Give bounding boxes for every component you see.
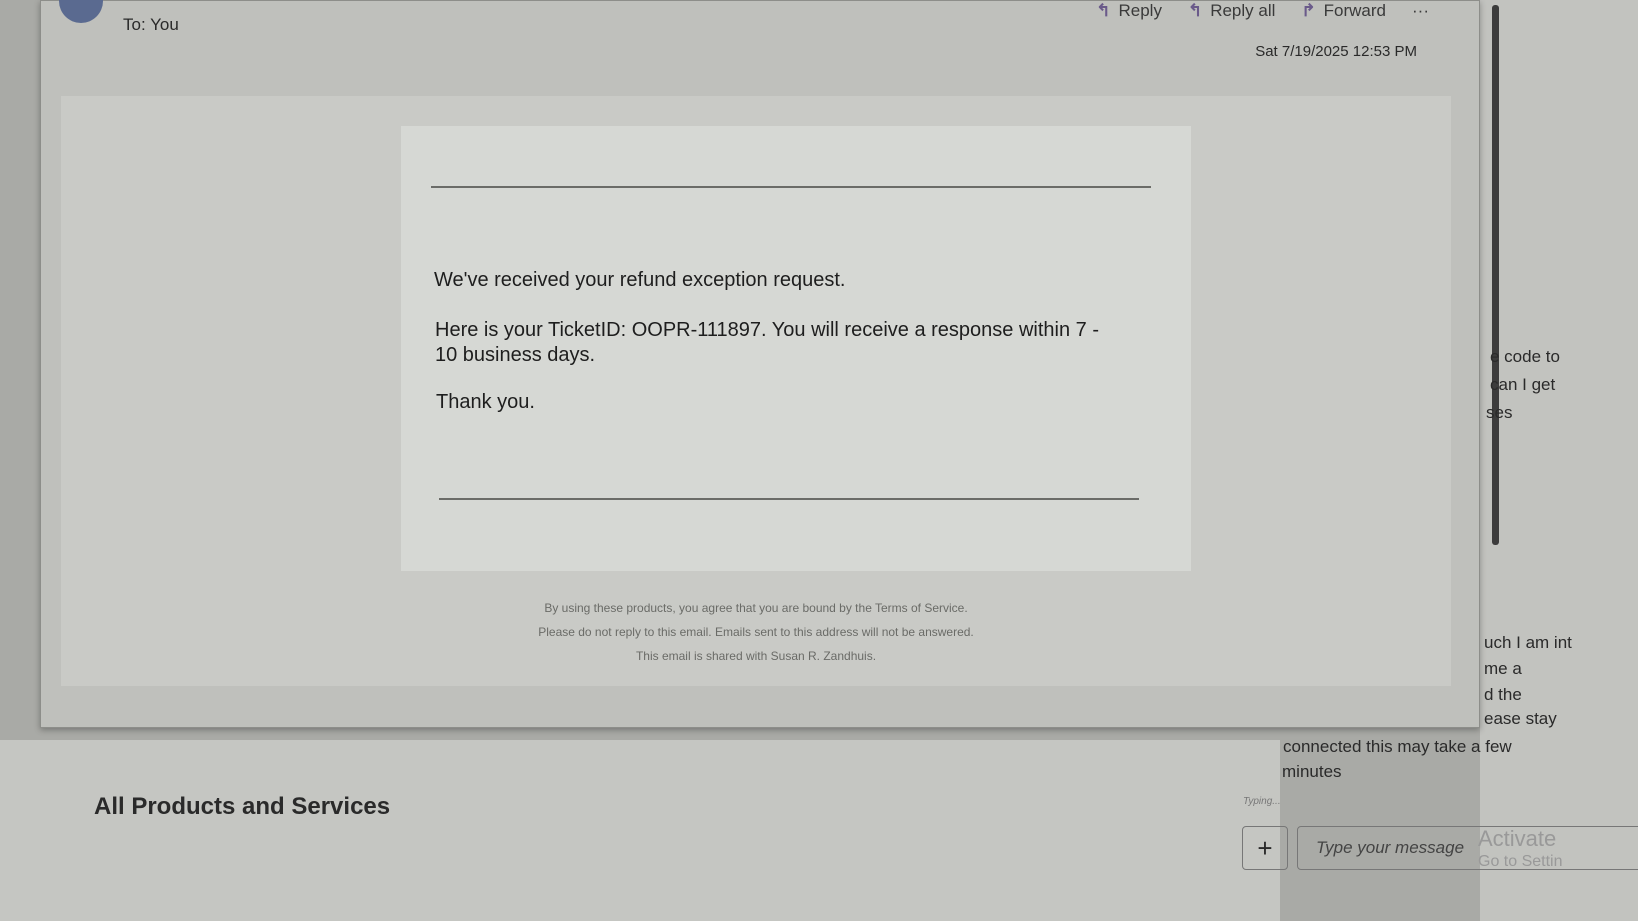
- reply-button[interactable]: ↰ Reply: [1096, 1, 1162, 21]
- reply-all-button[interactable]: ↰ Reply all: [1188, 1, 1275, 21]
- attach-button[interactable]: +: [1242, 826, 1288, 870]
- message-input[interactable]: Type your message: [1297, 826, 1638, 870]
- forward-icon: ↱: [1301, 1, 1316, 20]
- reply-label: Reply: [1118, 1, 1162, 20]
- chat-message: minutes: [1282, 762, 1342, 781]
- body-line: Here is your TicketID: OOPR-111897. You …: [435, 319, 1100, 341]
- sender-avatar: [59, 0, 103, 23]
- recipient-line: To: You: [123, 15, 179, 35]
- chat-fragment: me a: [1484, 659, 1522, 678]
- forward-button[interactable]: ↱ Forward: [1301, 1, 1386, 21]
- chat-panel-bg: [1480, 0, 1638, 921]
- chat-fragment: e code to: [1490, 347, 1560, 366]
- footer-line: Please do not reply to this email. Email…: [538, 625, 974, 639]
- reply-icon: ↰: [1096, 1, 1111, 20]
- to-label: To:: [123, 15, 146, 34]
- chat-fragment: ses: [1486, 403, 1513, 422]
- chat-fragment: uch I am int: [1484, 633, 1572, 652]
- more-button[interactable]: ···: [1412, 1, 1429, 21]
- email-reading-pane: To: You ↰ Reply ↰ Reply all ↱ Forward ··· S…: [40, 0, 1480, 728]
- chat-message: connected this may take a few: [1283, 737, 1512, 756]
- typing-indicator: Typing...: [1243, 796, 1281, 807]
- activation-watermark-sub: Go to Settin: [1478, 853, 1563, 870]
- chat-fragment: d the: [1484, 685, 1522, 704]
- message-card: We've received your refund exception req…: [401, 126, 1191, 571]
- body-line: We've received your refund exception req…: [434, 269, 846, 291]
- reply-all-icon: ↰: [1187, 1, 1203, 20]
- body-line: 10 business days.: [435, 344, 596, 366]
- email-date: Sat 7/19/2025 12:53 PM: [1255, 43, 1417, 60]
- reply-all-label: Reply all: [1210, 1, 1276, 20]
- footer-line: By using these products, you agree that …: [544, 601, 968, 615]
- email-actions: ↰ Reply ↰ Reply all ↱ Forward ···: [1096, 1, 1429, 21]
- forward-label: Forward: [1323, 1, 1387, 20]
- page-bottom: [0, 740, 1280, 921]
- footer-line: This email is shared with Susan R. Zandh…: [635, 649, 877, 663]
- scrollbar[interactable]: [1492, 5, 1499, 545]
- chat-fragment: ease stay: [1484, 709, 1557, 728]
- body-line: Thank you.: [436, 391, 535, 413]
- activation-watermark: Activate: [1478, 826, 1557, 851]
- divider: [431, 186, 1151, 188]
- chat-fragment: can I get: [1490, 375, 1556, 394]
- section-title: All Products and Services: [94, 793, 391, 820]
- email-body: We've received your refund exception req…: [61, 96, 1451, 686]
- divider: [439, 498, 1139, 500]
- to-value: You: [150, 15, 179, 34]
